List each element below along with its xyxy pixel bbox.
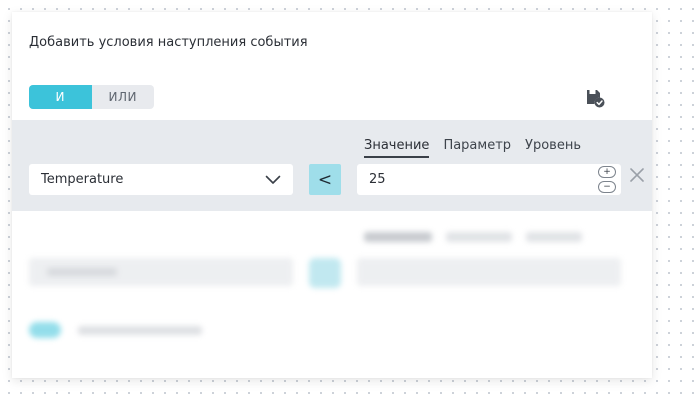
condition-row: Значение Параметр Уровень Temperature < … xyxy=(12,120,652,211)
blurred-operator xyxy=(309,258,341,288)
increment-button[interactable]: + xyxy=(598,166,616,178)
operator-button[interactable]: < xyxy=(309,164,341,195)
parameter-select-value: Temperature xyxy=(41,172,124,187)
blurred-select xyxy=(29,258,293,286)
blurred-tabs xyxy=(364,232,582,242)
value-stepper: + − xyxy=(598,166,616,193)
tab-parameter[interactable]: Параметр xyxy=(443,138,511,158)
logic-or-button[interactable]: ИЛИ xyxy=(92,85,155,109)
remove-condition-button[interactable] xyxy=(629,167,645,183)
value-type-tabs: Значение Параметр Уровень xyxy=(364,138,581,158)
blurred-tab xyxy=(526,232,582,242)
blurred-value-field xyxy=(357,258,621,286)
save-conditions-button[interactable] xyxy=(582,85,608,111)
logic-toggle: И ИЛИ xyxy=(29,85,154,109)
event-conditions-dialog: Добавить условия наступления события И И… xyxy=(12,12,652,378)
dialog-title: Добавить условия наступления события xyxy=(29,35,308,50)
tab-level[interactable]: Уровень xyxy=(525,138,581,158)
logic-and-button[interactable]: И xyxy=(29,85,92,109)
value-input[interactable] xyxy=(357,164,582,195)
decrement-button[interactable]: − xyxy=(598,181,616,193)
close-icon xyxy=(630,168,644,182)
chevron-down-icon xyxy=(265,175,281,185)
blurred-background-content xyxy=(12,218,652,378)
value-field: + − xyxy=(357,164,621,195)
blurred-add-toggle xyxy=(29,322,61,338)
blurred-add-label xyxy=(78,326,202,335)
blurred-tab xyxy=(364,232,432,242)
tab-value[interactable]: Значение xyxy=(364,138,430,158)
blurred-tab xyxy=(446,232,512,242)
save-check-icon xyxy=(587,90,605,108)
parameter-select[interactable]: Temperature xyxy=(29,164,293,195)
